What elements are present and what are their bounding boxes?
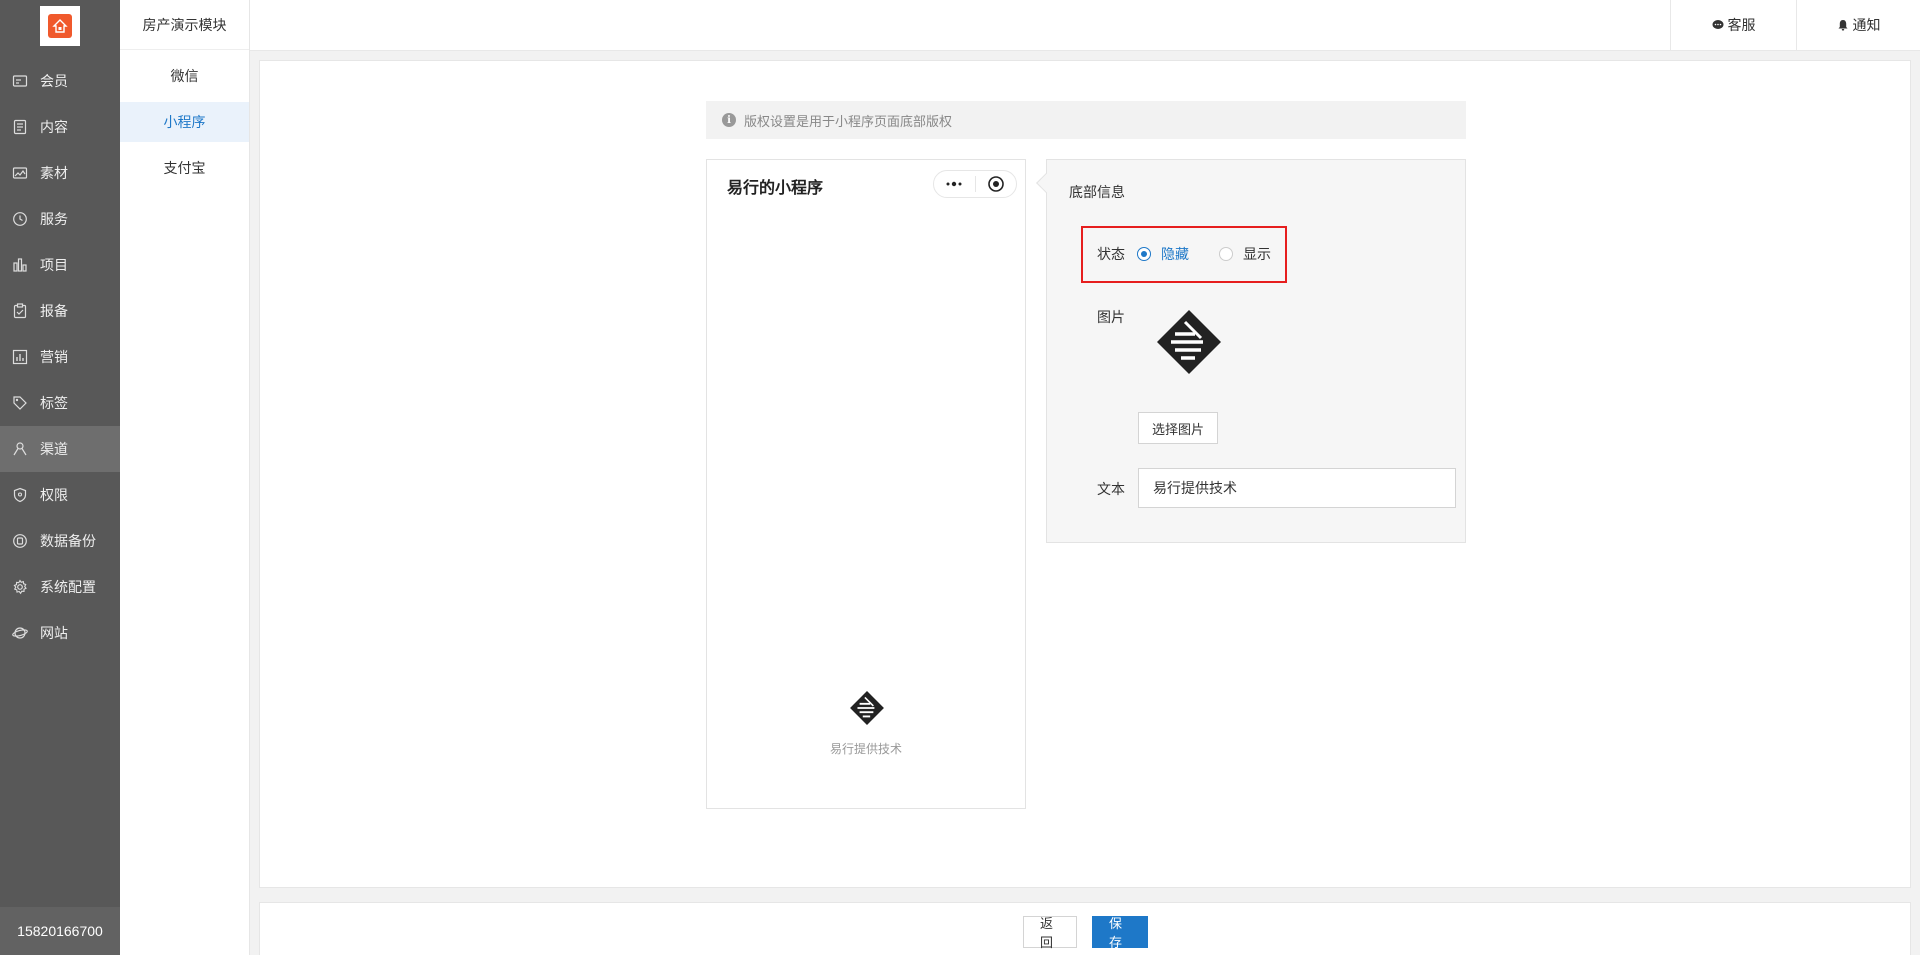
preview-footer-text: 易行提供技术 xyxy=(829,742,902,756)
sidebar-item-channel[interactable]: 渠道 xyxy=(0,426,120,472)
top-header: 客服 通知 xyxy=(250,0,1920,51)
sidebar-item-permission[interactable]: 权限 xyxy=(0,472,120,518)
sidebar-item-content[interactable]: 内容 xyxy=(0,104,120,150)
clipboard-icon xyxy=(12,303,28,319)
status-label: 状态 xyxy=(1097,246,1125,262)
sidebar-item-label: 系统配置 xyxy=(40,579,96,595)
status-radio-show[interactable]: 显示 xyxy=(1219,244,1271,264)
sidebar-item-report[interactable]: 报备 xyxy=(0,288,120,334)
sidebar-item-label: 数据备份 xyxy=(40,533,96,549)
channel-icon xyxy=(12,441,28,457)
sidebar-item-member[interactable]: 会员 xyxy=(0,58,120,104)
sidebar-nav: 会员 内容 素材 服务 项目 报备 营销 标签 渠道 权限 数据备份 系统配置 … xyxy=(0,58,120,656)
radio-dot xyxy=(1219,247,1233,261)
subnav-item-alipay[interactable]: 支付宝 xyxy=(120,148,249,188)
module-title: 房产演示模块 xyxy=(120,0,249,50)
radio-label: 显示 xyxy=(1243,246,1271,262)
more-dots-icon[interactable] xyxy=(934,171,975,197)
app-logo[interactable] xyxy=(40,6,80,46)
status-radio-hide[interactable]: 隐藏 xyxy=(1137,244,1189,264)
sidebar-item-project[interactable]: 项目 xyxy=(0,242,120,288)
save-button[interactable]: 保存 xyxy=(1092,916,1148,950)
customer-service-button[interactable]: 客服 xyxy=(1670,0,1796,50)
bottom-action-bar: 返回 保存 xyxy=(259,902,1911,955)
sidebar-item-label: 标签 xyxy=(40,395,68,411)
sidebar-item-tag[interactable]: 标签 xyxy=(0,380,120,426)
sidebar-item-label: 渠道 xyxy=(40,441,68,457)
notification-button[interactable]: 通知 xyxy=(1796,0,1920,50)
text-label: 文本 xyxy=(1097,481,1125,497)
customer-service-label: 客服 xyxy=(1727,17,1756,33)
document-icon xyxy=(12,119,28,135)
bell-icon xyxy=(1837,19,1849,31)
sidebar-item-backup[interactable]: 数据备份 xyxy=(0,518,120,564)
subnav-item-wechat[interactable]: 微信 xyxy=(120,56,249,96)
miniprogram-preview: 易行的小程序 易行提供技术 xyxy=(706,159,1026,809)
sidebar-item-material[interactable]: 素材 xyxy=(0,150,120,196)
sidebar-item-label: 会员 xyxy=(40,73,68,89)
info-icon: i xyxy=(722,113,736,127)
gear-icon xyxy=(12,579,28,595)
sidebar-item-label: 网站 xyxy=(40,625,68,641)
sidebar-item-label: 营销 xyxy=(40,349,68,365)
subnav-item-miniprogram[interactable]: 小程序 xyxy=(120,102,249,142)
sub-sidebar: 房产演示模块 微信 小程序 支付宝 xyxy=(120,0,250,955)
capsule-menu xyxy=(933,170,1017,198)
chart-icon xyxy=(12,349,28,365)
sidebar-item-label: 报备 xyxy=(40,303,68,319)
sidebar-item-service[interactable]: 服务 xyxy=(0,196,120,242)
notification-label: 通知 xyxy=(1852,17,1881,33)
radio-dot xyxy=(1137,247,1151,261)
sidebar-item-website[interactable]: 网站 xyxy=(0,610,120,656)
sidebar-item-label: 服务 xyxy=(40,211,68,227)
globe-icon xyxy=(12,625,28,641)
house-icon xyxy=(48,14,72,38)
database-icon xyxy=(12,533,28,549)
tag-icon xyxy=(12,395,28,411)
chat-bubble-icon xyxy=(1712,19,1724,31)
panel-pointer xyxy=(1036,173,1056,193)
sidebar-item-label: 权限 xyxy=(40,487,68,503)
footer-settings-panel: 底部信息 状态 隐藏 显示 图片 选择图片 文本 xyxy=(1036,159,1466,543)
sidebar-item-label: 项目 xyxy=(40,257,68,273)
info-tip-text: 版权设置是用于小程序页面底部版权 xyxy=(744,113,953,129)
logo-area xyxy=(0,0,120,52)
choose-image-button[interactable]: 选择图片 xyxy=(1138,412,1218,444)
clock-icon xyxy=(12,211,28,227)
copyright-text-input[interactable] xyxy=(1138,468,1456,508)
close-circle-icon[interactable] xyxy=(975,171,1016,197)
copyright-logo-icon xyxy=(1155,308,1223,376)
preview-title: 易行的小程序 xyxy=(727,180,824,197)
member-card-icon xyxy=(12,73,28,89)
main-sidebar: 会员 内容 素材 服务 项目 报备 营销 标签 渠道 权限 数据备份 系统配置 … xyxy=(0,0,120,955)
sidebar-item-system-config[interactable]: 系统配置 xyxy=(0,564,120,610)
sidebar-item-label: 素材 xyxy=(40,165,68,181)
image-icon xyxy=(12,165,28,181)
info-tip: i 版权设置是用于小程序页面底部版权 xyxy=(706,101,1466,139)
shield-icon xyxy=(12,487,28,503)
sidebar-item-marketing[interactable]: 营销 xyxy=(0,334,120,380)
footer-logo-icon xyxy=(849,690,885,726)
radio-label: 隐藏 xyxy=(1161,246,1189,262)
back-button[interactable]: 返回 xyxy=(1023,916,1077,950)
main-panel: i 版权设置是用于小程序页面底部版权 易行的小程序 易行提供技术 底部信息 状态… xyxy=(259,60,1911,888)
building-icon xyxy=(12,257,28,273)
user-phone[interactable]: 15820166700 xyxy=(0,907,120,955)
image-label: 图片 xyxy=(1097,309,1125,325)
settings-title: 底部信息 xyxy=(1069,184,1125,200)
sidebar-item-label: 内容 xyxy=(40,119,68,135)
